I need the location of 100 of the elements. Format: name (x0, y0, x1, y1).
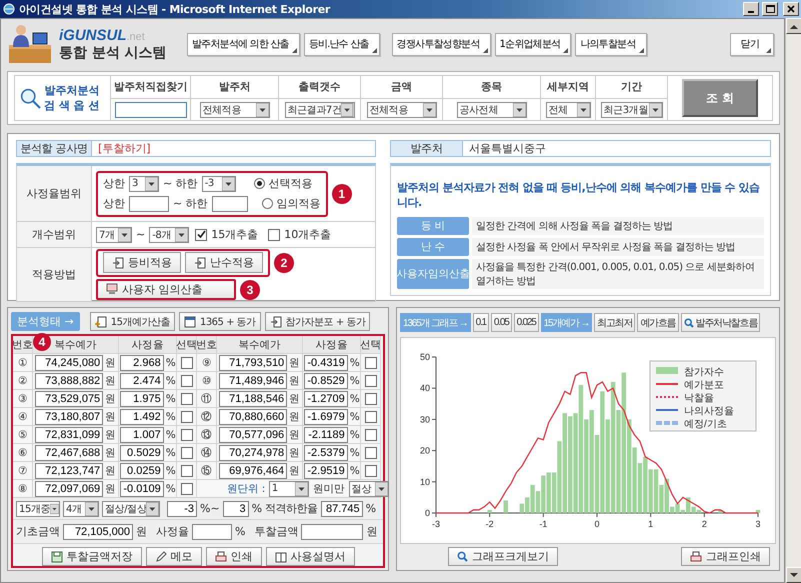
action-button[interactable]: 인쇄 (206, 547, 262, 566)
graph-button[interactable]: 0.1 (472, 313, 489, 332)
action-button[interactable]: 메모 (146, 547, 202, 566)
dropdown[interactable]: 절상/절상 (102, 500, 160, 516)
apply-button[interactable]: 등비적용 (103, 252, 181, 274)
checkbox[interactable] (364, 410, 376, 422)
checkbox[interactable] (364, 374, 376, 386)
input-field[interactable]: 2.474 (120, 372, 164, 388)
dropdown[interactable]: 최근3개월 (600, 102, 662, 118)
input-field[interactable] (129, 196, 169, 212)
close-button[interactable]: 닫기 (730, 32, 774, 56)
input-field[interactable]: 73,180,807 (35, 408, 104, 424)
checkbox[interactable] (180, 428, 192, 440)
nav-button[interactable]: 등비.난수 산출 (304, 32, 380, 56)
input-field[interactable]: 72,467,688 (35, 444, 104, 460)
input-field[interactable]: 1.492 (120, 408, 164, 424)
dropdown[interactable]: 공사전체 (456, 102, 526, 118)
close-button[interactable] (783, 2, 799, 16)
input-field[interactable] (212, 196, 248, 212)
dropdown[interactable]: -8개 (149, 226, 190, 242)
action-button[interactable]: 1365 + 동가 (178, 312, 261, 331)
input-field[interactable]: -2.1189 (304, 426, 348, 442)
checkbox[interactable] (364, 356, 376, 368)
graph-button[interactable]: 0.025 (514, 313, 539, 332)
checkbox[interactable] (364, 464, 376, 476)
radio-button[interactable] (254, 178, 265, 189)
input-field[interactable]: 1.007 (120, 426, 164, 442)
scroll-up-button[interactable] (786, 18, 801, 34)
checkbox[interactable] (364, 428, 376, 440)
graph-button[interactable]: 발주처낙찰흐름 (680, 313, 760, 332)
input-field[interactable]: -0.0109 (120, 480, 164, 496)
checkbox[interactable] (364, 392, 376, 404)
action-button[interactable]: 15개예가산출 (90, 312, 175, 331)
graph-button[interactable]: 0.05 (490, 313, 512, 332)
dropdown[interactable]: 최근결과7건 (284, 102, 354, 118)
custom-calc-button[interactable]: 사용자 임의산출 (98, 280, 234, 298)
input-field[interactable]: 72,105,000 (63, 524, 133, 540)
dropdown[interactable]: -3 (202, 176, 236, 192)
input-field[interactable]: 0.0259 (120, 462, 164, 478)
input-field[interactable] (301, 524, 364, 540)
checkbox[interactable] (180, 356, 192, 368)
input-field[interactable]: -0.8529 (304, 372, 348, 388)
minimize-button[interactable] (743, 2, 759, 16)
input-field[interactable]: -3 (167, 500, 197, 516)
input-field[interactable]: 73,888,882 (35, 372, 104, 388)
action-button[interactable]: 그래프크게보기 (448, 547, 558, 566)
scroll-down-button[interactable] (786, 567, 801, 583)
input-field[interactable]: 71,793,510 (219, 354, 288, 370)
input-field[interactable]: 74,245,080 (35, 354, 104, 370)
checkbox[interactable] (180, 392, 192, 404)
dropdown[interactable]: 7개 (96, 226, 132, 242)
input-field[interactable]: 3 (222, 500, 249, 516)
dropdown[interactable]: 절상 (348, 480, 389, 496)
checkbox[interactable] (364, 446, 376, 458)
input-field[interactable]: 2.968 (120, 354, 164, 370)
input-field[interactable]: 71,188,546 (219, 390, 288, 406)
input-field[interactable]: 70,880,660 (219, 408, 288, 424)
input-field[interactable]: 73,529,075 (35, 390, 104, 406)
input-field[interactable]: 71,489,946 (219, 372, 288, 388)
input-field[interactable]: 72,123,747 (35, 462, 104, 478)
dropdown[interactable]: 전체적용 (200, 102, 270, 118)
radio-button[interactable] (262, 198, 273, 209)
input-field[interactable]: 72,097,069 (35, 480, 104, 496)
input-field[interactable]: 72,831,099 (35, 426, 104, 442)
input-field[interactable]: 0.5029 (120, 444, 164, 460)
checkbox[interactable] (180, 482, 192, 494)
input-field[interactable]: 1.975 (120, 390, 164, 406)
dropdown[interactable]: 전체 (546, 102, 590, 118)
dropdown[interactable]: 1 (268, 480, 309, 496)
input-field[interactable]: -1.6979 (304, 408, 348, 424)
nav-button[interactable]: 경쟁사투찰성향분석 (392, 32, 491, 56)
nav-button[interactable]: 1순위업체분석 (494, 32, 572, 56)
checkbox[interactable] (180, 446, 192, 458)
input-field[interactable]: 87.745 (320, 500, 363, 516)
checkbox[interactable] (195, 228, 208, 240)
dropdown[interactable]: 4개 (63, 500, 99, 516)
input-field[interactable]: 70,577,096 (219, 426, 288, 442)
input-field[interactable]: -0.4319 (304, 354, 348, 370)
dropdown[interactable]: 15개중 (16, 500, 60, 516)
checkbox[interactable] (180, 464, 192, 476)
input-field[interactable]: -2.9519 (304, 462, 348, 478)
checkbox[interactable] (268, 228, 280, 240)
input-field[interactable]: -1.2709 (304, 390, 348, 406)
dropdown[interactable]: 전체적용 (366, 102, 436, 118)
dropdown[interactable]: 3 (129, 176, 159, 192)
input-field[interactable]: 69,976,464 (219, 462, 288, 478)
input-field[interactable]: 70,274,978 (219, 444, 288, 460)
action-button[interactable]: 그래프인쇄 (681, 547, 770, 566)
nav-button[interactable]: 발주처분석에 의한 산출 (187, 32, 300, 56)
action-button[interactable]: 사용설명서 (266, 547, 354, 566)
maximize-button[interactable] (762, 2, 778, 16)
action-button[interactable]: 참가자분포 + 동가 (264, 312, 370, 331)
graph-button[interactable]: 최고최저 (594, 313, 636, 332)
action-button[interactable]: 투찰금액저장 (42, 547, 142, 566)
input-field[interactable]: -2.5379 (304, 444, 348, 460)
graph-button[interactable]: 예가흐름 (637, 313, 679, 332)
input-field[interactable] (192, 524, 232, 540)
checkbox[interactable] (180, 410, 192, 422)
apply-button[interactable]: 난수적용 (185, 252, 263, 274)
checkbox[interactable] (180, 374, 192, 386)
